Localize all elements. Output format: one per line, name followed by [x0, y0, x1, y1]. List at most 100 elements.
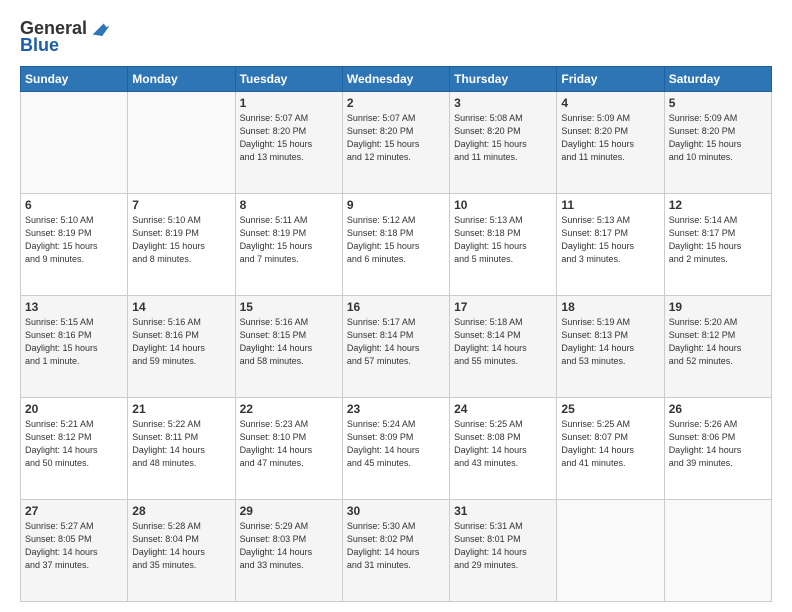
day-number: 19: [669, 300, 767, 314]
calendar-day-cell: 28Sunrise: 5:28 AM Sunset: 8:04 PM Dayli…: [128, 499, 235, 601]
calendar-day-cell: 6 Sunrise: 5:10 AM Sunset: 8:19 PM Daylig…: [21, 193, 128, 295]
calendar-day-cell: 14 Sunrise: 5:16 AM Sunset: 8:16 PM Dayli…: [128, 295, 235, 397]
calendar-day-cell: 13Sunrise: 5:15 AM Sunset: 8:16 PM Dayli…: [21, 295, 128, 397]
header: General Blue: [20, 18, 772, 56]
day-info: Sunrise: 5:17 AM Sunset: 8:14 PM Dayligh…: [347, 316, 445, 368]
day-number: 1: [240, 96, 338, 110]
calendar-week-row: 1 Sunrise: 5:07 AM Sunset: 8:20 PM Daylig…: [21, 91, 772, 193]
day-info: Sunrise: 5:24 AM Sunset: 8:09 PM Dayligh…: [347, 418, 445, 470]
calendar-week-row: 20 Sunrise: 5:21 AM Sunset: 8:12 PM Dayli…: [21, 397, 772, 499]
weekday-header-cell: Sunday: [21, 66, 128, 91]
calendar-day-cell: 21 Sunrise: 5:22 AM Sunset: 8:11 PM Dayli…: [128, 397, 235, 499]
day-number: 5: [669, 96, 767, 110]
calendar-day-cell: 24Sunrise: 5:25 AM Sunset: 8:08 PM Dayli…: [450, 397, 557, 499]
day-info: Sunrise: 5:16 AM Sunset: 8:16 PM Dayligh…: [132, 316, 230, 368]
day-info: Sunrise: 5:29 AM Sunset: 8:03 PM Dayligh…: [240, 520, 338, 572]
day-info: Sunrise: 5:30 AM Sunset: 8:02 PM Dayligh…: [347, 520, 445, 572]
calendar-day-cell: 7 Sunrise: 5:10 AM Sunset: 8:19 PM Daylig…: [128, 193, 235, 295]
weekday-header-cell: Friday: [557, 66, 664, 91]
day-number: 8: [240, 198, 338, 212]
day-info: Sunrise: 5:23 AM Sunset: 8:10 PM Dayligh…: [240, 418, 338, 470]
calendar-day-cell: 15 Sunrise: 5:16 AM Sunset: 8:15 PM Dayli…: [235, 295, 342, 397]
weekday-header-cell: Monday: [128, 66, 235, 91]
day-info: Sunrise: 5:20 AM Sunset: 8:12 PM Dayligh…: [669, 316, 767, 368]
day-number: 29: [240, 504, 338, 518]
calendar-body: 1 Sunrise: 5:07 AM Sunset: 8:20 PM Daylig…: [21, 91, 772, 601]
day-number: 6: [25, 198, 123, 212]
day-info: Sunrise: 5:08 AM Sunset: 8:20 PM Dayligh…: [454, 112, 552, 164]
day-number: 10: [454, 198, 552, 212]
day-number: 14: [132, 300, 230, 314]
calendar-day-cell: [557, 499, 664, 601]
day-info: Sunrise: 5:18 AM Sunset: 8:14 PM Dayligh…: [454, 316, 552, 368]
day-number: 4: [561, 96, 659, 110]
weekday-header-cell: Wednesday: [342, 66, 449, 91]
day-number: 21: [132, 402, 230, 416]
calendar-day-cell: 18 Sunrise: 5:19 AM Sunset: 8:13 PM Dayli…: [557, 295, 664, 397]
day-info: Sunrise: 5:10 AM Sunset: 8:19 PM Dayligh…: [132, 214, 230, 266]
day-number: 28: [132, 504, 230, 518]
day-info: Sunrise: 5:07 AM Sunset: 8:20 PM Dayligh…: [240, 112, 338, 164]
calendar-day-cell: 16 Sunrise: 5:17 AM Sunset: 8:14 PM Dayli…: [342, 295, 449, 397]
day-number: 18: [561, 300, 659, 314]
day-info: Sunrise: 5:27 AM Sunset: 8:05 PM Dayligh…: [25, 520, 123, 572]
day-info: Sunrise: 5:21 AM Sunset: 8:12 PM Dayligh…: [25, 418, 123, 470]
day-info: Sunrise: 5:12 AM Sunset: 8:18 PM Dayligh…: [347, 214, 445, 266]
day-info: Sunrise: 5:13 AM Sunset: 8:18 PM Dayligh…: [454, 214, 552, 266]
calendar-day-cell: 25Sunrise: 5:25 AM Sunset: 8:07 PM Dayli…: [557, 397, 664, 499]
day-number: 26: [669, 402, 767, 416]
day-info: Sunrise: 5:31 AM Sunset: 8:01 PM Dayligh…: [454, 520, 552, 572]
calendar-day-cell: 2Sunrise: 5:07 AM Sunset: 8:20 PM Daylig…: [342, 91, 449, 193]
day-number: 24: [454, 402, 552, 416]
day-info: Sunrise: 5:26 AM Sunset: 8:06 PM Dayligh…: [669, 418, 767, 470]
day-info: Sunrise: 5:11 AM Sunset: 8:19 PM Dayligh…: [240, 214, 338, 266]
calendar-day-cell: 20 Sunrise: 5:21 AM Sunset: 8:12 PM Dayli…: [21, 397, 128, 499]
day-number: 7: [132, 198, 230, 212]
day-number: 9: [347, 198, 445, 212]
day-number: 27: [25, 504, 123, 518]
day-number: 31: [454, 504, 552, 518]
weekday-header-cell: Tuesday: [235, 66, 342, 91]
day-info: Sunrise: 5:10 AM Sunset: 8:19 PM Dayligh…: [25, 214, 123, 266]
day-info: Sunrise: 5:09 AM Sunset: 8:20 PM Dayligh…: [669, 112, 767, 164]
calendar-week-row: 13Sunrise: 5:15 AM Sunset: 8:16 PM Dayli…: [21, 295, 772, 397]
day-number: 13: [25, 300, 123, 314]
day-info: Sunrise: 5:22 AM Sunset: 8:11 PM Dayligh…: [132, 418, 230, 470]
day-info: Sunrise: 5:25 AM Sunset: 8:07 PM Dayligh…: [561, 418, 659, 470]
day-info: Sunrise: 5:09 AM Sunset: 8:20 PM Dayligh…: [561, 112, 659, 164]
calendar-day-cell: 11 Sunrise: 5:13 AM Sunset: 8:17 PM Dayli…: [557, 193, 664, 295]
day-number: 3: [454, 96, 552, 110]
calendar-week-row: 27 Sunrise: 5:27 AM Sunset: 8:05 PM Dayli…: [21, 499, 772, 601]
calendar-day-cell: 27 Sunrise: 5:27 AM Sunset: 8:05 PM Dayli…: [21, 499, 128, 601]
calendar-header-row: SundayMondayTuesdayWednesdayThursdayFrid…: [21, 66, 772, 91]
day-number: 12: [669, 198, 767, 212]
calendar-day-cell: 12 Sunrise: 5:14 AM Sunset: 8:17 PM Dayli…: [664, 193, 771, 295]
day-number: 15: [240, 300, 338, 314]
day-info: Sunrise: 5:19 AM Sunset: 8:13 PM Dayligh…: [561, 316, 659, 368]
calendar-day-cell: 29 Sunrise: 5:29 AM Sunset: 8:03 PM Dayli…: [235, 499, 342, 601]
day-number: 11: [561, 198, 659, 212]
day-info: Sunrise: 5:16 AM Sunset: 8:15 PM Dayligh…: [240, 316, 338, 368]
day-number: 20: [25, 402, 123, 416]
day-number: 17: [454, 300, 552, 314]
calendar-day-cell: 8 Sunrise: 5:11 AM Sunset: 8:19 PM Daylig…: [235, 193, 342, 295]
calendar-day-cell: 31 Sunrise: 5:31 AM Sunset: 8:01 PM Dayli…: [450, 499, 557, 601]
day-info: Sunrise: 5:13 AM Sunset: 8:17 PM Dayligh…: [561, 214, 659, 266]
day-info: Sunrise: 5:14 AM Sunset: 8:17 PM Dayligh…: [669, 214, 767, 266]
weekday-header-cell: Saturday: [664, 66, 771, 91]
calendar-day-cell: 22 Sunrise: 5:23 AM Sunset: 8:10 PM Dayli…: [235, 397, 342, 499]
day-number: 30: [347, 504, 445, 518]
day-number: 16: [347, 300, 445, 314]
day-number: 22: [240, 402, 338, 416]
calendar-day-cell: [128, 91, 235, 193]
calendar-day-cell: 9 Sunrise: 5:12 AM Sunset: 8:18 PM Daylig…: [342, 193, 449, 295]
calendar-day-cell: 10 Sunrise: 5:13 AM Sunset: 8:18 PM Dayli…: [450, 193, 557, 295]
calendar-day-cell: 3 Sunrise: 5:08 AM Sunset: 8:20 PM Daylig…: [450, 91, 557, 193]
calendar-day-cell: 17 Sunrise: 5:18 AM Sunset: 8:14 PM Dayli…: [450, 295, 557, 397]
day-number: 23: [347, 402, 445, 416]
calendar-day-cell: [21, 91, 128, 193]
calendar-day-cell: 4 Sunrise: 5:09 AM Sunset: 8:20 PM Daylig…: [557, 91, 664, 193]
logo-bird-icon: [89, 18, 111, 40]
calendar-day-cell: [664, 499, 771, 601]
calendar-week-row: 6 Sunrise: 5:10 AM Sunset: 8:19 PM Daylig…: [21, 193, 772, 295]
